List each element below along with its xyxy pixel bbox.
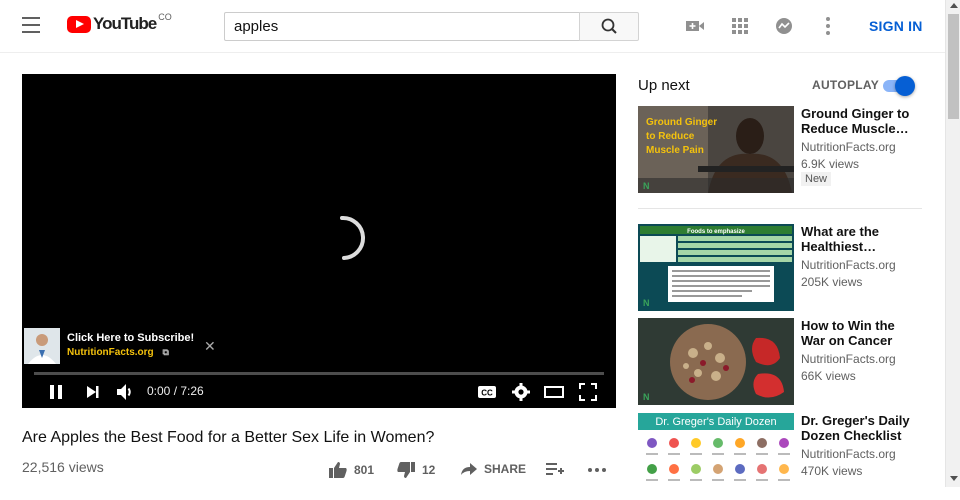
svg-text:N: N bbox=[643, 392, 650, 402]
video-player[interactable]: Click Here to Subscribe! NutritionFacts.… bbox=[22, 74, 616, 408]
video-thumbnail[interactable]: Ground Ginger to Reduce Muscle Pain N bbox=[638, 106, 794, 193]
dislike-button[interactable]: 12 bbox=[396, 461, 435, 479]
search-button[interactable] bbox=[579, 12, 639, 41]
video-title: Are Apples the Best Food for a Better Se… bbox=[22, 429, 435, 446]
svg-text:to Reduce: to Reduce bbox=[646, 131, 695, 142]
scroll-up-arrow-icon[interactable] bbox=[950, 3, 958, 8]
more-actions-button[interactable] bbox=[587, 461, 613, 477]
logo-text: YouTube bbox=[93, 14, 157, 33]
fullscreen-icon[interactable] bbox=[578, 382, 598, 402]
svg-text:Foods to emphasize: Foods to emphasize bbox=[687, 229, 745, 235]
video-thumbnail[interactable]: Foods to emphasize N bbox=[638, 224, 794, 311]
youtube-play-icon bbox=[67, 15, 91, 33]
channel-name[interactable]: NutritionFacts.org bbox=[801, 258, 896, 272]
svg-text:CC: CC bbox=[481, 389, 493, 398]
subscribe-title[interactable]: Click Here to Subscribe! bbox=[67, 332, 194, 344]
thumbnail-caption: Dr. Greger's Daily Dozen bbox=[655, 416, 776, 428]
subscribe-card[interactable]: Click Here to Subscribe! NutritionFacts.… bbox=[22, 326, 222, 366]
thumbs-up-icon bbox=[329, 462, 347, 478]
add-to-playlist-button[interactable] bbox=[545, 461, 571, 477]
search-input[interactable]: apples bbox=[224, 12, 580, 41]
menu-icon[interactable] bbox=[22, 17, 44, 35]
masthead: YouTube CO apples SIGN IN bbox=[0, 0, 945, 53]
autoplay-label: AUTOPLAY bbox=[812, 78, 880, 92]
volume-icon[interactable] bbox=[115, 382, 135, 402]
add-to-playlist-icon bbox=[546, 463, 564, 475]
dislike-count: 12 bbox=[422, 463, 436, 477]
video-title-link[interactable]: What are the Healthiest… bbox=[801, 224, 921, 254]
pause-icon[interactable] bbox=[46, 382, 66, 402]
view-count: 66K views bbox=[801, 369, 856, 383]
progress-bar[interactable] bbox=[34, 372, 604, 375]
share-button[interactable]: SHARE bbox=[460, 461, 526, 477]
scroll-thumb[interactable] bbox=[948, 14, 959, 119]
channel-name[interactable]: NutritionFacts.org bbox=[801, 447, 896, 461]
recommended-video[interactable]: N How to Win the War on Cancer Nutrition… bbox=[638, 318, 928, 405]
svg-text:Muscle Pain: Muscle Pain bbox=[646, 145, 704, 156]
next-icon[interactable] bbox=[83, 382, 103, 402]
channel-name[interactable]: NutritionFacts.org bbox=[801, 140, 896, 154]
view-count: 470K views bbox=[801, 464, 863, 478]
section-divider bbox=[638, 208, 922, 209]
video-title-link[interactable]: Ground Ginger to Reduce Muscle… bbox=[801, 106, 921, 136]
create-video-icon[interactable] bbox=[684, 15, 706, 37]
theater-mode-icon[interactable] bbox=[544, 382, 564, 402]
apps-grid-icon[interactable] bbox=[729, 15, 751, 37]
sign-in-button[interactable]: SIGN IN bbox=[869, 18, 923, 34]
scroll-down-arrow-icon[interactable] bbox=[950, 476, 958, 481]
view-count: 205K views bbox=[801, 275, 863, 289]
svg-text:N: N bbox=[643, 298, 650, 308]
page-scrollbar[interactable] bbox=[945, 0, 960, 487]
recommended-video[interactable]: Ground Ginger to Reduce Muscle Pain N Gr… bbox=[638, 106, 928, 193]
video-thumbnail[interactable]: N bbox=[638, 318, 794, 405]
more-horizontal-icon bbox=[588, 468, 606, 472]
recommended-video[interactable]: Foods to emphasize N What are the Health… bbox=[638, 224, 928, 311]
channel-name[interactable]: NutritionFacts.org bbox=[801, 352, 896, 366]
view-count: 6.9K views bbox=[801, 157, 860, 171]
logo-country-code: CO bbox=[158, 12, 172, 22]
player-controls: 0:00 / 7:26 CC bbox=[22, 376, 616, 408]
video-title-link[interactable]: Dr. Greger's Daily Dozen Checklist bbox=[801, 413, 921, 443]
like-button[interactable]: 801 bbox=[328, 461, 374, 479]
search-icon bbox=[601, 18, 617, 34]
external-link-icon: ⧉ bbox=[162, 347, 169, 357]
up-next-heading: Up next bbox=[638, 77, 690, 94]
autoplay-toggle[interactable] bbox=[879, 76, 915, 96]
time-display: 0:00 / 7:26 bbox=[147, 384, 204, 398]
view-count: 22,516 views bbox=[22, 459, 104, 475]
like-count: 801 bbox=[354, 463, 375, 477]
captions-icon[interactable]: CC bbox=[477, 382, 497, 402]
more-vertical-icon[interactable] bbox=[817, 15, 839, 37]
svg-text:Ground Ginger: Ground Ginger bbox=[646, 117, 717, 128]
loading-spinner-icon bbox=[340, 215, 366, 260]
messages-icon[interactable] bbox=[773, 15, 795, 37]
close-icon[interactable]: ✕ bbox=[204, 338, 216, 355]
new-badge: New bbox=[801, 172, 832, 186]
channel-avatar[interactable] bbox=[24, 328, 60, 364]
share-arrow-icon bbox=[461, 463, 477, 475]
settings-gear-icon[interactable] bbox=[511, 382, 531, 402]
svg-text:N: N bbox=[643, 181, 650, 191]
youtube-logo[interactable]: YouTube CO bbox=[67, 12, 172, 34]
share-label: SHARE bbox=[484, 462, 527, 476]
thumbs-down-icon bbox=[397, 462, 415, 478]
subscribe-channel-name[interactable]: NutritionFacts.org ⧉ bbox=[67, 347, 169, 358]
video-thumbnail[interactable]: Dr. Greger's Daily Dozen bbox=[638, 413, 794, 487]
video-title-link[interactable]: How to Win the War on Cancer bbox=[801, 318, 921, 348]
